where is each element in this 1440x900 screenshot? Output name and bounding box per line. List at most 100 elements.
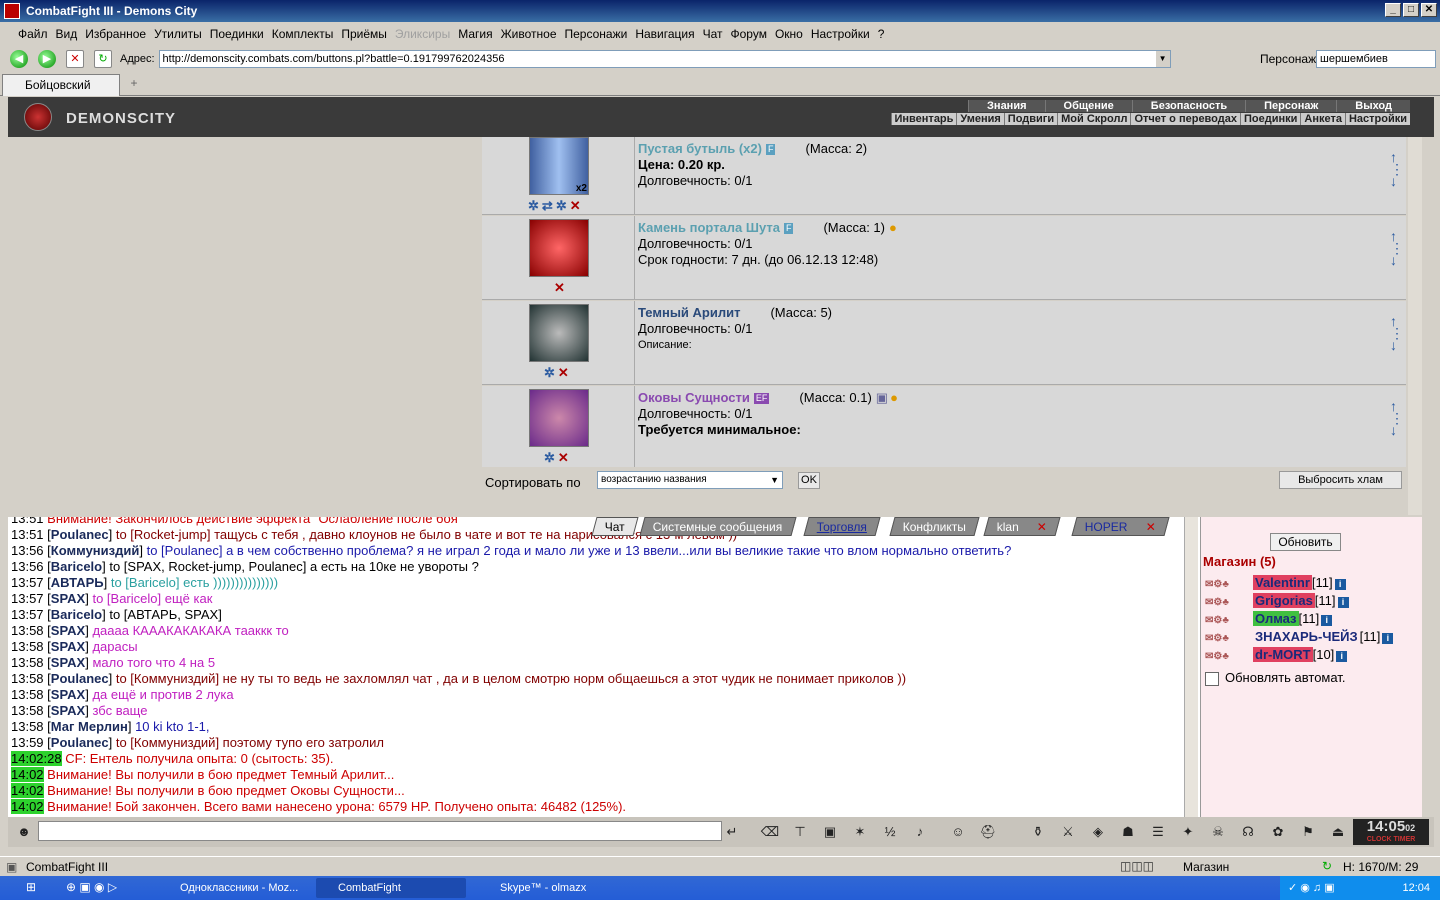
subnav-fights[interactable]: Поединки <box>1239 113 1300 125</box>
use-icon[interactable]: ✲ <box>544 365 555 381</box>
menu-settings[interactable]: Настройки <box>807 27 874 41</box>
save-icon[interactable]: ▣ <box>818 821 842 843</box>
chat-time[interactable]: 14:02 <box>11 783 44 798</box>
subnav-scroll[interactable]: Мой Скролл <box>1057 113 1130 125</box>
menu-forum[interactable]: Форум <box>727 27 771 41</box>
chat-time[interactable]: 13:58 <box>11 719 44 734</box>
info-icon[interactable]: i <box>1336 651 1348 662</box>
item-name[interactable]: Пустая бутыль (x2) <box>638 141 762 156</box>
chat-time[interactable]: 13:57 <box>11 575 44 590</box>
tab-hoper[interactable]: HOPER ✕ <box>1071 517 1170 537</box>
player-name[interactable]: Grigorias <box>1253 593 1315 608</box>
sort-select[interactable]: возрастанию названия ▼ <box>597 471 783 489</box>
bag-icon[interactable]: ◈ <box>1086 821 1110 843</box>
subnav-inventory[interactable]: Инвентарь <box>890 113 957 125</box>
back-icon[interactable]: ◀ <box>10 50 28 68</box>
discard-junk-button[interactable]: Выбросить хлам <box>1279 471 1402 489</box>
player-name[interactable]: dr-MORT <box>1253 647 1313 662</box>
use-icon[interactable]: ✲ <box>528 198 539 214</box>
chat-author[interactable]: Poulanec <box>51 671 109 686</box>
menu-navigation[interactable]: Навигация <box>631 27 698 41</box>
menu-window[interactable]: Окно <box>771 27 807 41</box>
chat-time[interactable]: 13:58 <box>11 671 44 686</box>
chat-time[interactable]: 13:57 <box>11 591 44 606</box>
chat-author[interactable]: Baricelo <box>51 607 102 622</box>
player-status-icons[interactable]: ✉⚙♣ <box>1205 631 1253 647</box>
menu-magic[interactable]: Магия <box>454 27 496 41</box>
chat-time[interactable]: 13:51 <box>11 517 44 526</box>
menu-view[interactable]: Вид <box>52 27 82 41</box>
tray-icons[interactable]: ✓ ◉ ♫ ▣ <box>1288 882 1335 894</box>
menu-utils[interactable]: Утилиты <box>150 27 206 41</box>
chat-time[interactable]: 13:51 <box>11 527 44 542</box>
chat-author[interactable]: Маг Мерлин <box>51 719 128 734</box>
tab-trade[interactable]: Торговля <box>803 517 881 536</box>
subnav-transfers[interactable]: Отчет о переводах <box>1130 113 1240 125</box>
chat-time[interactable]: 13:57 <box>11 607 44 622</box>
nav-knowledge[interactable]: Знания <box>968 100 1045 112</box>
subnav-settings[interactable]: Настройки <box>1344 113 1410 125</box>
player-status-icons[interactable]: ✉⚙♣ <box>1205 577 1253 593</box>
menu-favorites[interactable]: Избранное <box>81 27 150 41</box>
info-icon[interactable]: i <box>1337 597 1349 608</box>
smile-icon[interactable]: ☺ <box>946 821 970 843</box>
transfer-icon[interactable]: ⇄ <box>542 198 553 214</box>
info-icon[interactable]: i <box>1382 633 1394 644</box>
subnav-skills[interactable]: Умения <box>956 113 1003 125</box>
task-firefox[interactable]: Одноклассники - Moz... <box>158 878 308 898</box>
chat-time[interactable]: 14:02:28 <box>11 751 62 766</box>
refresh-icon[interactable]: ↻ <box>94 50 112 68</box>
sort-arrows-icon[interactable]: ↑ ⋮ ↓ <box>1390 399 1404 437</box>
subnav-profile[interactable]: Анкета <box>1300 113 1345 125</box>
use-icon[interactable]: ✲ <box>544 450 555 466</box>
close-button[interactable]: ✕ <box>1421 3 1437 17</box>
menu-fights[interactable]: Поединки <box>206 27 268 41</box>
quicklaunch-icons[interactable]: ⊕ ▣ ◉ ▷ <box>66 880 117 894</box>
nav-communication[interactable]: Общение <box>1044 100 1132 112</box>
eraser-icon[interactable]: ⌫ <box>758 821 782 843</box>
menu-tricks[interactable]: Приёмы <box>337 27 391 41</box>
checkbox-icon[interactable] <box>1205 671 1219 686</box>
chat-input[interactable] <box>38 821 722 841</box>
sort-arrows-icon[interactable]: ↑ ⋮ ↓ <box>1390 229 1404 267</box>
menu-help[interactable]: ? <box>874 27 889 41</box>
chat-author[interactable]: SPAX <box>51 623 85 638</box>
player-name[interactable]: Valentinr <box>1253 575 1312 590</box>
inventory-scrollbar[interactable] <box>1408 137 1422 515</box>
chat-author[interactable]: SPAX <box>51 655 85 670</box>
chat-time[interactable]: 13:56 <box>11 543 44 558</box>
player-status-icons[interactable]: ✉⚙♣ <box>1205 595 1253 611</box>
chat-time[interactable]: 13:58 <box>11 623 44 638</box>
info-icon[interactable]: i <box>1321 615 1333 626</box>
sort-arrows-icon[interactable]: ↑ ⋮ ↓ <box>1390 150 1404 188</box>
chat-time[interactable]: 13:58 <box>11 655 44 670</box>
new-tab-icon[interactable]: + <box>124 76 144 94</box>
delete-icon[interactable]: ✕ <box>558 450 569 466</box>
sort-arrows-icon[interactable]: ↑ ⋮ ↓ <box>1390 314 1404 352</box>
potion-icon[interactable]: ⚱ <box>1026 821 1050 843</box>
helmet-icon[interactable]: ⛑ <box>976 821 1000 843</box>
item-name[interactable]: Темный Арилит <box>638 305 740 320</box>
stop-icon[interactable]: ✕ <box>66 50 84 68</box>
refresh-button[interactable]: Обновить <box>1270 533 1341 551</box>
arilite-icon[interactable] <box>529 304 589 362</box>
scroll-icon[interactable]: ☰ <box>1146 821 1170 843</box>
chat-time[interactable]: 13:56 <box>11 559 44 574</box>
close-tab-icon[interactable]: ✕ <box>1145 518 1155 537</box>
shackles-icon[interactable] <box>529 389 589 447</box>
chat-time[interactable]: 14:02 <box>11 767 44 782</box>
menu-chat[interactable]: Чат <box>699 27 727 41</box>
delete-icon[interactable]: ✕ <box>558 365 569 381</box>
player-status-icons[interactable]: ✉⚙♣ <box>1205 613 1253 629</box>
portal-stone-icon[interactable] <box>529 219 589 277</box>
chat-scrollbar[interactable] <box>1184 517 1198 817</box>
chat-author[interactable]: SPAX <box>51 703 85 718</box>
split-icon[interactable]: ✲ <box>556 198 567 214</box>
chat-author[interactable]: SPAX <box>51 639 85 654</box>
chat-author[interactable]: Poulanec <box>51 735 109 750</box>
info-icon[interactable]: i <box>1334 579 1346 590</box>
nav-security[interactable]: Безопасность <box>1131 100 1246 112</box>
tab-system[interactable]: Системные сообщения <box>639 517 797 536</box>
sort-ok-button[interactable]: OK <box>798 472 820 489</box>
exit-icon[interactable]: ⏏ <box>1326 821 1350 843</box>
